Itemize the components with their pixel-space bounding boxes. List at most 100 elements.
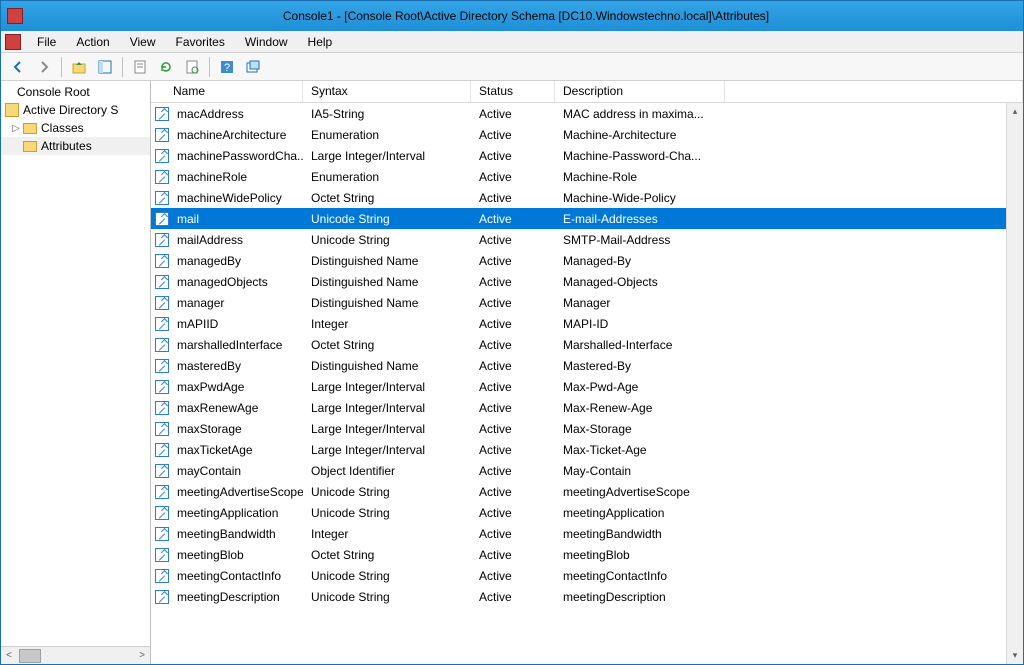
column-header-description[interactable]: Description <box>555 81 725 102</box>
table-row[interactable]: managerDistinguished NameActiveManager <box>151 292 1023 313</box>
table-row[interactable]: meetingContactInfoUnicode StringActiveme… <box>151 565 1023 586</box>
tree-node-attributes[interactable]: Attributes <box>1 137 150 155</box>
cell-description: Max-Pwd-Age <box>555 380 725 394</box>
table-row[interactable]: mAPIIDIntegerActiveMAPI-ID <box>151 313 1023 334</box>
cell-syntax: Octet String <box>303 548 471 562</box>
scroll-right-icon[interactable]: > <box>134 650 150 661</box>
menu-window[interactable]: Window <box>235 33 298 51</box>
cell-syntax: Unicode String <box>303 590 471 604</box>
cell-name: masteredBy <box>169 359 303 373</box>
table-row[interactable]: marshalledInterfaceOctet StringActiveMar… <box>151 334 1023 355</box>
tree-node-classes[interactable]: ▷ Classes <box>1 119 150 137</box>
cell-name: macAddress <box>169 107 303 121</box>
cell-syntax: IA5-String <box>303 107 471 121</box>
attribute-icon <box>151 443 169 457</box>
column-header-name[interactable]: Name <box>151 81 303 102</box>
cell-name: meetingApplication <box>169 506 303 520</box>
menu-favorites[interactable]: Favorites <box>166 33 235 51</box>
menu-view[interactable]: View <box>120 33 166 51</box>
table-row[interactable]: managedObjectsDistinguished NameActiveMa… <box>151 271 1023 292</box>
tree-node-schema[interactable]: Active Directory S <box>1 101 150 119</box>
console-tree[interactable]: Console Root Active Directory S ▷ Classe… <box>1 81 150 646</box>
cell-description: Manager <box>555 296 725 310</box>
table-row[interactable]: meetingAdvertiseScopeUnicode StringActiv… <box>151 481 1023 502</box>
show-hide-tree-button[interactable] <box>94 56 116 78</box>
back-button[interactable] <box>7 56 29 78</box>
table-row[interactable]: machineWidePolicyOctet StringActiveMachi… <box>151 187 1023 208</box>
reload-schema-button[interactable] <box>181 56 203 78</box>
column-header-status[interactable]: Status <box>471 81 555 102</box>
table-row[interactable]: meetingBlobOctet StringActivemeetingBlob <box>151 544 1023 565</box>
column-header-syntax[interactable]: Syntax <box>303 81 471 102</box>
menu-help[interactable]: Help <box>298 33 343 51</box>
up-button[interactable] <box>68 56 90 78</box>
cell-description: MAC address in maxima... <box>555 107 725 121</box>
table-row[interactable]: managedByDistinguished NameActiveManaged… <box>151 250 1023 271</box>
cell-description: SMTP-Mail-Address <box>555 233 725 247</box>
cell-status: Active <box>471 170 555 184</box>
new-window-button[interactable] <box>242 56 264 78</box>
help-button[interactable]: ? <box>216 56 238 78</box>
cell-description: Max-Storage <box>555 422 725 436</box>
cell-status: Active <box>471 359 555 373</box>
cell-name: machineArchitecture <box>169 128 303 142</box>
attribute-icon <box>151 548 169 562</box>
table-row[interactable]: masteredByDistinguished NameActiveMaster… <box>151 355 1023 376</box>
scroll-track[interactable] <box>1007 120 1023 647</box>
table-row[interactable]: mayContainObject IdentifierActiveMay-Con… <box>151 460 1023 481</box>
table-row[interactable]: meetingBandwidthIntegerActivemeetingBand… <box>151 523 1023 544</box>
table-row[interactable]: maxStorageLarge Integer/IntervalActiveMa… <box>151 418 1023 439</box>
table-row[interactable]: meetingApplicationUnicode StringActiveme… <box>151 502 1023 523</box>
export-list-button[interactable] <box>129 56 151 78</box>
cell-name: managedBy <box>169 254 303 268</box>
titlebar[interactable]: Console1 - [Console Root\Active Director… <box>1 1 1023 31</box>
table-row[interactable]: maxRenewAgeLarge Integer/IntervalActiveM… <box>151 397 1023 418</box>
table-row[interactable]: meetingDescriptionUnicode StringActiveme… <box>151 586 1023 607</box>
table-row[interactable]: maxTicketAgeLarge Integer/IntervalActive… <box>151 439 1023 460</box>
cell-description: Machine-Wide-Policy <box>555 191 725 205</box>
attribute-icon <box>151 317 169 331</box>
attribute-icon <box>151 275 169 289</box>
expander-icon[interactable]: ▷ <box>11 123 21 134</box>
scroll-thumb[interactable] <box>19 649 41 663</box>
table-row[interactable]: machinePasswordCha...Large Integer/Inter… <box>151 145 1023 166</box>
cell-syntax: Large Integer/Interval <box>303 443 471 457</box>
table-row[interactable]: maxPwdAgeLarge Integer/IntervalActiveMax… <box>151 376 1023 397</box>
cell-name: machineWidePolicy <box>169 191 303 205</box>
cell-description: Max-Renew-Age <box>555 401 725 415</box>
scroll-up-icon[interactable]: ▴ <box>1007 103 1023 120</box>
vertical-scrollbar[interactable]: ▴ ▾ <box>1006 103 1023 664</box>
column-header-spacer[interactable] <box>725 81 1023 102</box>
cell-name: meetingBandwidth <box>169 527 303 541</box>
cell-syntax: Unicode String <box>303 485 471 499</box>
folder-icon <box>23 123 37 134</box>
scroll-down-icon[interactable]: ▾ <box>1007 647 1023 664</box>
attribute-icon <box>151 212 169 226</box>
mmc-window: Console1 - [Console Root\Active Director… <box>0 0 1024 665</box>
table-row[interactable]: macAddressIA5-StringActiveMAC address in… <box>151 103 1023 124</box>
table-row[interactable]: machineRoleEnumerationActiveMachine-Role <box>151 166 1023 187</box>
cell-syntax: Unicode String <box>303 233 471 247</box>
cell-syntax: Distinguished Name <box>303 359 471 373</box>
table-row[interactable]: machineArchitectureEnumerationActiveMach… <box>151 124 1023 145</box>
cell-name: maxStorage <box>169 422 303 436</box>
svg-text:?: ? <box>224 62 230 74</box>
window-title: Console1 - [Console Root\Active Director… <box>29 9 1023 23</box>
list-rows: macAddressIA5-StringActiveMAC address in… <box>151 103 1023 607</box>
scroll-left-icon[interactable]: < <box>1 650 17 661</box>
cell-syntax: Integer <box>303 317 471 331</box>
table-row[interactable]: mailAddressUnicode StringActiveSMTP-Mail… <box>151 229 1023 250</box>
menu-action[interactable]: Action <box>66 33 119 51</box>
forward-button[interactable] <box>33 56 55 78</box>
menu-file[interactable]: File <box>27 33 66 51</box>
cell-description: May-Contain <box>555 464 725 478</box>
attribute-icon <box>151 422 169 436</box>
cell-syntax: Distinguished Name <box>303 296 471 310</box>
tree-horizontal-scrollbar[interactable]: < > <box>1 646 150 664</box>
table-row[interactable]: mailUnicode StringActiveE-mail-Addresses <box>151 208 1023 229</box>
toolbar-separator <box>61 57 62 77</box>
refresh-button[interactable] <box>155 56 177 78</box>
tree-node-console-root[interactable]: Console Root <box>1 83 150 101</box>
cell-syntax: Distinguished Name <box>303 275 471 289</box>
cell-status: Active <box>471 107 555 121</box>
